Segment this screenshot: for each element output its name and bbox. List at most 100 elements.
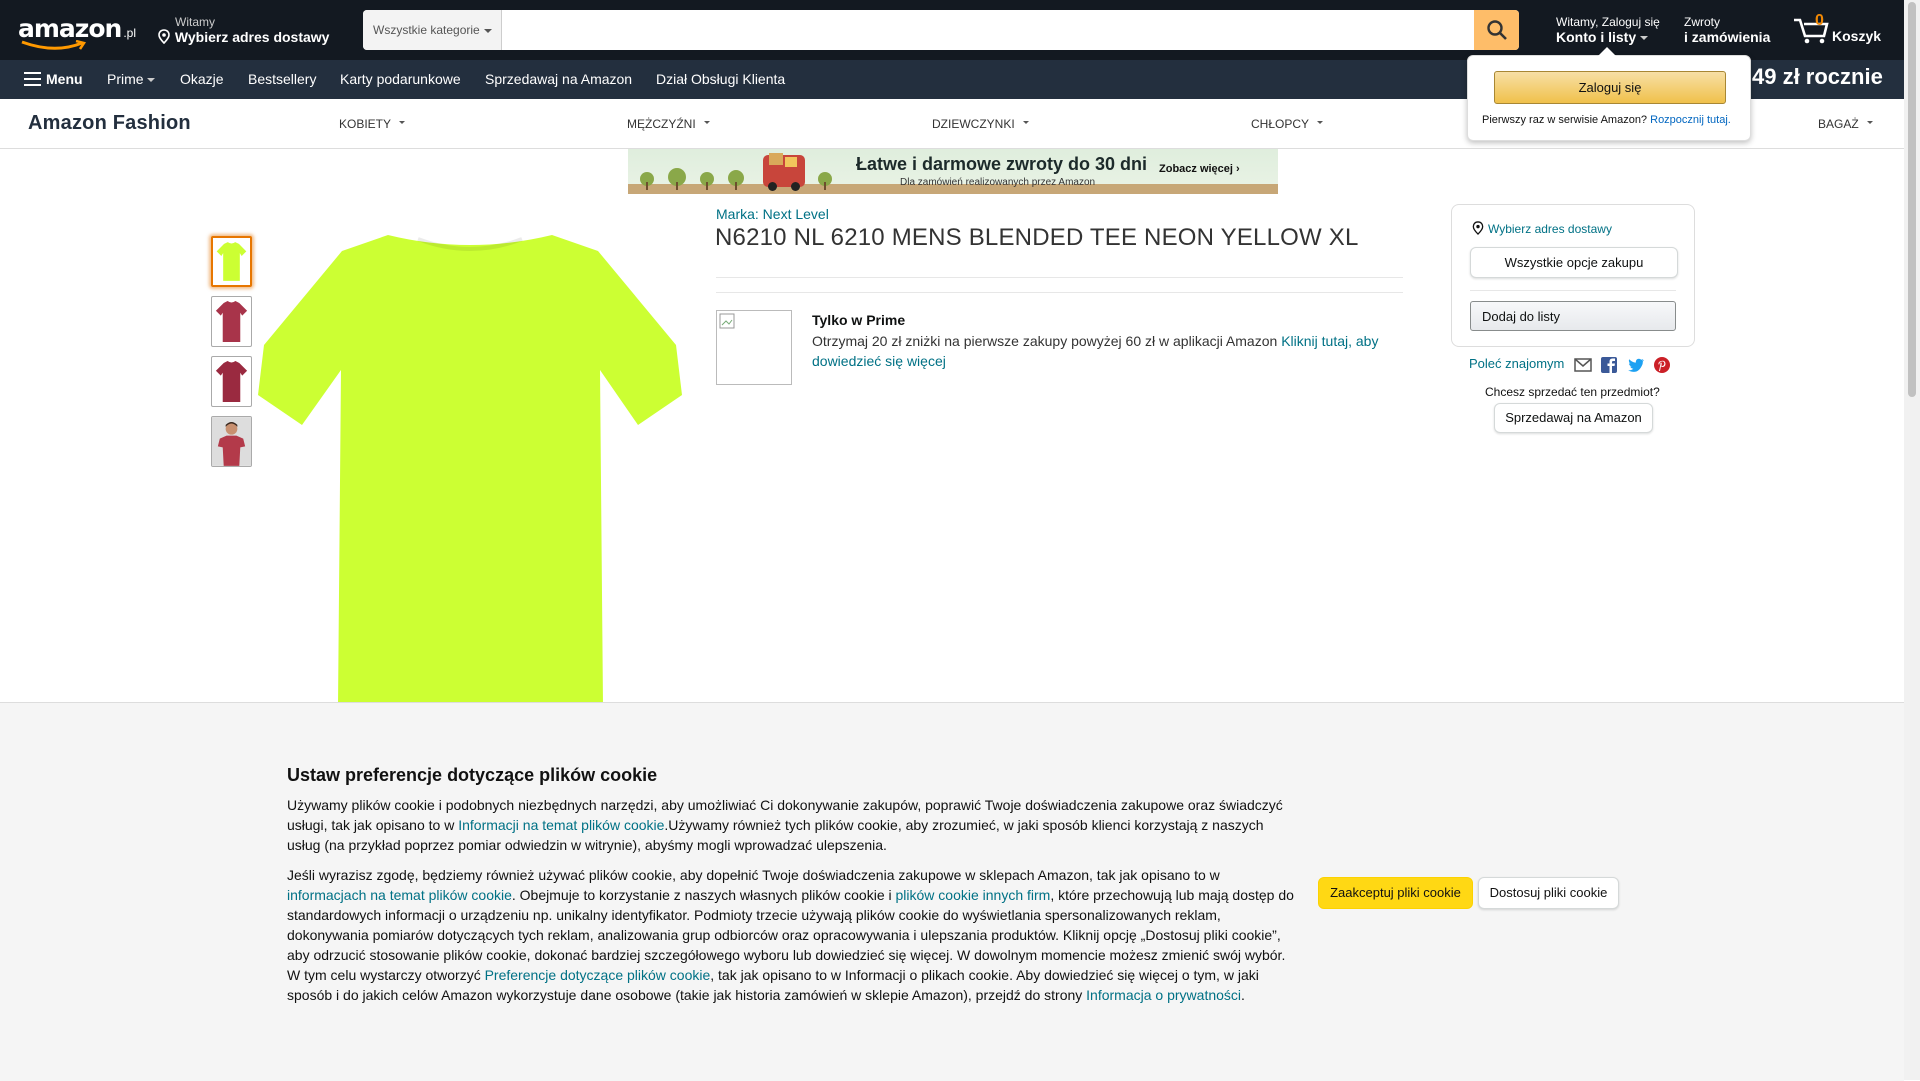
- third-party-cookies-link[interactable]: plików cookie innych firm: [896, 887, 1051, 903]
- tshirt-thumbnail-icon: [215, 361, 248, 402]
- new-customer-text: Pierwszy raz w serwisie Amazon? Rozpoczn…: [1482, 114, 1731, 126]
- menu-button[interactable]: Menu: [46, 71, 83, 87]
- thumbnail-1[interactable]: [211, 236, 252, 287]
- signin-button[interactable]: Zaloguj się: [1494, 71, 1726, 104]
- cookie-paragraph-2: Jeśli wyrazisz zgodę, będziemy również u…: [287, 865, 1295, 1005]
- fashion-nav-kobiety[interactable]: KOBIETY: [339, 117, 406, 131]
- location-pin-icon: [1472, 221, 1484, 235]
- account-lists[interactable]: Witamy, Zaloguj się Konto i listy: [1556, 15, 1660, 45]
- cookie-paragraph-1: Używamy plików cookie i podobnych niezbę…: [287, 795, 1295, 855]
- search-button[interactable]: [1474, 10, 1519, 50]
- search-category-select[interactable]: Wszystkie kategorie: [363, 10, 502, 50]
- fashion-nav-chlopcy[interactable]: CHŁOPCY: [1251, 117, 1324, 131]
- brand-link[interactable]: Marka: Next Level: [716, 206, 829, 222]
- logo-tld: .pl: [123, 26, 137, 40]
- twitter-icon[interactable]: [1627, 356, 1645, 374]
- product-title: N6210 NL 6210 MENS BLENDED TEE NEON YELL…: [715, 224, 1359, 251]
- search-category-label: Wszystkie kategorie: [373, 23, 480, 37]
- thumbnail-4[interactable]: [211, 416, 252, 467]
- sell-on-amazon-button[interactable]: Sprzedawaj na Amazon: [1494, 403, 1653, 433]
- signin-flyout: Zaloguj się Pierwszy raz w serwisie Amaz…: [1467, 47, 1751, 141]
- tshirt-thumbnail-icon: [216, 242, 247, 281]
- promo-title: Łatwe i darmowe zwroty do 30 dni: [856, 154, 1148, 174]
- prime-promo-image: [716, 310, 792, 385]
- privacy-notice-link[interactable]: Informacja o prywatności: [1086, 987, 1241, 1003]
- cookie-title: Ustaw preferencje dotyczące plików cooki…: [287, 765, 658, 785]
- scrollbar-thumb[interactable]: [1908, 2, 1916, 397]
- subnav-item-prime[interactable]: Prime: [107, 71, 156, 87]
- subnav-item-sprzedawaj[interactable]: Sprzedawaj na Amazon: [485, 71, 632, 87]
- fashion-nav-dziewczynki[interactable]: DZIEWCZYNKI: [932, 117, 1029, 131]
- prime-offer-body: Otrzymaj 20 zł zniżki na pierwsze zakupy…: [812, 333, 1282, 349]
- prime-offer-text[interactable]: 49 zł rocznie: [1752, 64, 1883, 90]
- choose-address-label: Wybierz adres dostawy: [1488, 222, 1612, 236]
- facebook-icon[interactable]: [1600, 356, 1618, 374]
- cookie-text: . Obejmuje to korzystanie z naszych włas…: [511, 887, 896, 903]
- chevron-down-icon: [147, 78, 156, 83]
- accept-cookies-button[interactable]: Zaakceptuj pliki cookie: [1318, 877, 1473, 909]
- mail-icon[interactable]: [1574, 356, 1592, 374]
- start-here-link[interactable]: Rozpocznij tutaj.: [1650, 114, 1731, 126]
- subnav-item-okazje[interactable]: Okazje: [180, 71, 224, 87]
- logo-text: amazon: [18, 14, 122, 43]
- returns-promo-banner[interactable]: Łatwe i darmowe zwroty do 30 dni Dla zam…: [628, 149, 1278, 194]
- chevron-down-icon: [483, 28, 492, 33]
- tree-trunk: [676, 182, 678, 190]
- fashion-nav-label: KOBIETY: [339, 117, 392, 131]
- fashion-nav-label: MĘŻCZYŹNI: [627, 117, 696, 131]
- share-link[interactable]: Poleć znajomym: [1469, 356, 1564, 371]
- thumbnail-3[interactable]: [211, 356, 252, 407]
- thumbnail-2[interactable]: [211, 296, 252, 347]
- returns-orders[interactable]: Zwroty i zamówienia: [1684, 15, 1770, 45]
- cookie-consent-banner: Ustaw preferencje dotyczące plików cooki…: [0, 702, 1904, 1081]
- product-main-image[interactable]: [258, 225, 682, 705]
- amazon-fashion-logo[interactable]: Amazon Fashion: [28, 112, 191, 135]
- cart-button[interactable]: 0 Koszyk: [1792, 10, 1892, 50]
- subnav-prime-label: Prime: [107, 71, 144, 87]
- tshirt-thumbnail-icon: [215, 301, 248, 342]
- deliver-address: Wybierz adres dostawy: [174, 29, 330, 45]
- fashion-nav-label: BAGAŻ: [1818, 117, 1859, 131]
- cookie-text: .: [1241, 987, 1245, 1003]
- fashion-nav-mezczyzni[interactable]: MĘŻCZYŹNI: [627, 117, 710, 131]
- add-to-list-button[interactable]: Dodaj do listy: [1470, 301, 1676, 331]
- chevron-down-icon: [1022, 121, 1029, 125]
- tree-trunk: [706, 182, 708, 190]
- cookie-info-link[interactable]: informacjach na temat plików cookie: [287, 887, 512, 903]
- fashion-nav-label: CHŁOPCY: [1251, 117, 1310, 131]
- chevron-down-icon: [1317, 121, 1324, 125]
- page-scrollbar[interactable]: [1904, 0, 1920, 1080]
- fashion-nav-bagaz[interactable]: BAGAŻ: [1818, 117, 1873, 131]
- promo-subtitle: Dla zamówień realizowanych przez Amazon: [900, 177, 1096, 188]
- cookie-info-link[interactable]: Informacji na temat plików cookie: [458, 817, 664, 833]
- search-icon: [1486, 20, 1507, 40]
- deliver-to[interactable]: Witamy Wybierz adres dostawy: [157, 15, 329, 45]
- returns-line2: i zamówienia: [1684, 29, 1771, 45]
- account-label: Konto i listy: [1556, 29, 1637, 45]
- search-input[interactable]: [503, 10, 1473, 50]
- choose-address-link[interactable]: Wybierz adres dostawy: [1471, 221, 1612, 236]
- subnav-item-bestsellery[interactable]: Bestsellery: [248, 71, 316, 87]
- chevron-down-icon: [399, 121, 406, 125]
- cart-count: 0: [1815, 12, 1824, 29]
- deliver-greeting: Witamy: [175, 15, 215, 29]
- tree-trunk: [646, 182, 648, 190]
- subnav-item-obsluga-klienta[interactable]: Dział Obsługi Klienta: [656, 71, 785, 87]
- prime-offer-text: Otrzymaj 20 zł zniżki na pierwsze zakupy…: [812, 331, 1392, 371]
- promo-see-more-link[interactable]: Zobacz więcej ›: [1159, 163, 1240, 175]
- hamburger-menu-icon[interactable]: [24, 72, 41, 90]
- tshirt-image: [258, 235, 682, 705]
- cookie-preferences-link[interactable]: Preferencje dotyczące plików cookie: [485, 967, 711, 983]
- customize-cookies-button[interactable]: Dostosuj pliki cookie: [1478, 877, 1619, 909]
- subnav-item-karty-podarunkowe[interactable]: Karty podarunkowe: [340, 71, 461, 87]
- divider: [716, 277, 1403, 278]
- amazon-logo[interactable]: amazon .pl: [18, 14, 138, 50]
- new-customer-label: Pierwszy raz w serwisie Amazon?: [1482, 114, 1648, 126]
- broken-image-icon: [719, 313, 735, 329]
- all-buying-options-button[interactable]: Wszystkie opcje zakupu: [1470, 247, 1678, 278]
- cookie-text: Jeśli wyrazisz zgodę, będziemy również u…: [287, 867, 1220, 883]
- model-thumbnail-icon: [212, 417, 251, 466]
- tree-trunk: [824, 182, 826, 190]
- cart-label: Koszyk: [1832, 28, 1882, 44]
- pinterest-icon[interactable]: [1653, 356, 1671, 374]
